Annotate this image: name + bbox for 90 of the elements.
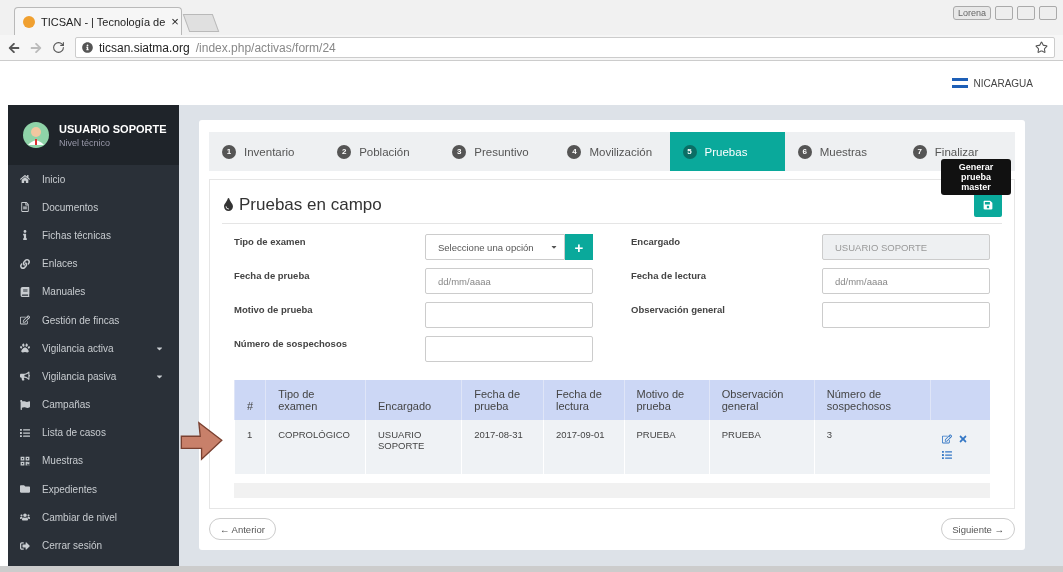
sidebar-item[interactable]: Fichas técnicas — [8, 221, 179, 250]
sidebar-item[interactable]: Manuales — [8, 277, 179, 306]
field-label: Encargado — [631, 235, 682, 247]
sidebar-item[interactable]: Vigilancia pasiva — [8, 362, 179, 391]
column-header: Fecha de lectura — [543, 380, 624, 420]
address-bar[interactable]: ticsan.siatma.org /index.php/activas/form/24 — [75, 37, 1055, 58]
column-header: Observación general — [709, 380, 815, 420]
browser-tab[interactable]: TICSAN - | Tecnología de × — [14, 7, 182, 35]
sidebar-item[interactable]: Cerrar sesión — [8, 531, 179, 560]
table-cell: COPROLÓGICO — [265, 420, 366, 474]
avatar-icon — [23, 122, 49, 148]
field-label: Motivo de prueba — [234, 303, 314, 315]
table-cell: PRUEBA — [709, 420, 815, 474]
field-label: Tipo de examen — [234, 235, 307, 247]
table-cell: USUARIO SOPORTE — [365, 420, 462, 474]
input-field[interactable]: dd/mm/aaaa — [822, 268, 990, 294]
edit-icon — [20, 315, 30, 326]
section-title: Pruebas en campo — [239, 194, 382, 215]
country-label: NICARAGUA — [973, 77, 1033, 89]
minimize-button[interactable] — [995, 6, 1013, 20]
column-header: Fecha de prueba — [461, 380, 544, 420]
forward-icon[interactable] — [30, 41, 42, 54]
sidebar-item[interactable]: Expedientes — [8, 475, 179, 504]
table-cell: PRUEBA — [624, 420, 710, 474]
caret-icon — [550, 243, 558, 251]
qr-code-icon — [20, 455, 30, 466]
flag-icon — [951, 78, 968, 88]
back-icon[interactable] — [8, 41, 20, 54]
column-header: Tipo de examen — [265, 380, 366, 420]
sidebar-item[interactable]: Lista de casos — [8, 418, 179, 447]
table-cell: 2017-08-31 — [461, 420, 544, 474]
column-header: Número de sospechosos — [814, 380, 930, 420]
megaphone-icon — [20, 371, 30, 382]
book-icon — [20, 286, 30, 297]
close-button[interactable] — [1039, 6, 1057, 20]
sidebar-item[interactable]: Cambiar de nivel — [8, 503, 179, 532]
sidebar-item[interactable]: Muestras — [8, 446, 179, 476]
previous-button[interactable]: ← Anterior — [209, 518, 276, 540]
column-header: Encargado — [365, 380, 462, 420]
user-level: Nivel técnico — [59, 137, 112, 148]
step-tab[interactable]: 5 Pruebas — [669, 132, 785, 171]
favicon-icon — [23, 15, 35, 28]
link-icon — [20, 258, 30, 269]
table-cell: 1 — [234, 420, 266, 474]
field-label: Observación general — [631, 303, 726, 315]
field-label: Número de sospechosos — [234, 337, 348, 349]
sidebar-item[interactable]: Campañas — [8, 390, 179, 419]
user-name: USUARIO SOPORTE — [59, 122, 167, 135]
select-field[interactable]: Seleccione una opción — [425, 234, 565, 260]
field-label: Fecha de lectura — [631, 269, 707, 281]
sidebar-item[interactable]: Inicio — [8, 165, 179, 194]
folder-icon — [20, 484, 30, 495]
input-field[interactable] — [425, 302, 593, 328]
step-tab[interactable]: 2 Población — [324, 132, 440, 171]
column-header — [930, 380, 990, 420]
table-cell: 2017-09-01 — [543, 420, 624, 474]
sidebar-item[interactable]: Documentos — [8, 193, 179, 222]
step-tab[interactable]: 4 Movilización — [554, 132, 670, 171]
sidebar-item[interactable]: Enlaces — [8, 249, 179, 278]
list-icon[interactable] — [942, 450, 952, 460]
input-field[interactable] — [822, 302, 990, 328]
reload-icon[interactable] — [52, 41, 65, 54]
paw-icon — [20, 343, 30, 354]
tooltip: Generar prueba master — [941, 159, 1011, 195]
drop-icon — [222, 198, 235, 211]
info-icon — [20, 230, 30, 241]
new-tab-button[interactable] — [182, 14, 220, 32]
step-tab[interactable]: 3 Presuntivo — [439, 132, 555, 171]
profile-button[interactable]: Lorena — [952, 6, 991, 20]
input-field[interactable]: dd/mm/aaaa — [425, 268, 593, 294]
sign-out-icon — [20, 540, 30, 551]
save-icon — [983, 199, 993, 210]
input-field[interactable] — [425, 336, 593, 362]
column-header: # — [234, 380, 266, 420]
delete-icon[interactable] — [958, 434, 968, 444]
next-button[interactable]: Siguiente → — [941, 518, 1015, 540]
home-icon — [20, 174, 30, 185]
flag-icon — [20, 399, 30, 410]
sidebar-item[interactable]: Vigilancia activa — [8, 334, 179, 363]
users-icon — [20, 512, 30, 523]
maximize-button[interactable] — [1017, 6, 1035, 20]
table-cell: 3 — [814, 420, 930, 474]
column-header: Motivo de prueba — [624, 380, 710, 420]
field-label: Fecha de prueba — [234, 269, 311, 281]
step-tab[interactable]: 6 Muestras — [784, 132, 900, 171]
document-icon — [20, 202, 30, 213]
edit-icon[interactable] — [942, 434, 952, 444]
sidebar-item[interactable]: Gestión de fincas — [8, 305, 179, 335]
step-tab[interactable]: 1 Inventario — [209, 132, 325, 171]
list-icon — [20, 427, 30, 438]
